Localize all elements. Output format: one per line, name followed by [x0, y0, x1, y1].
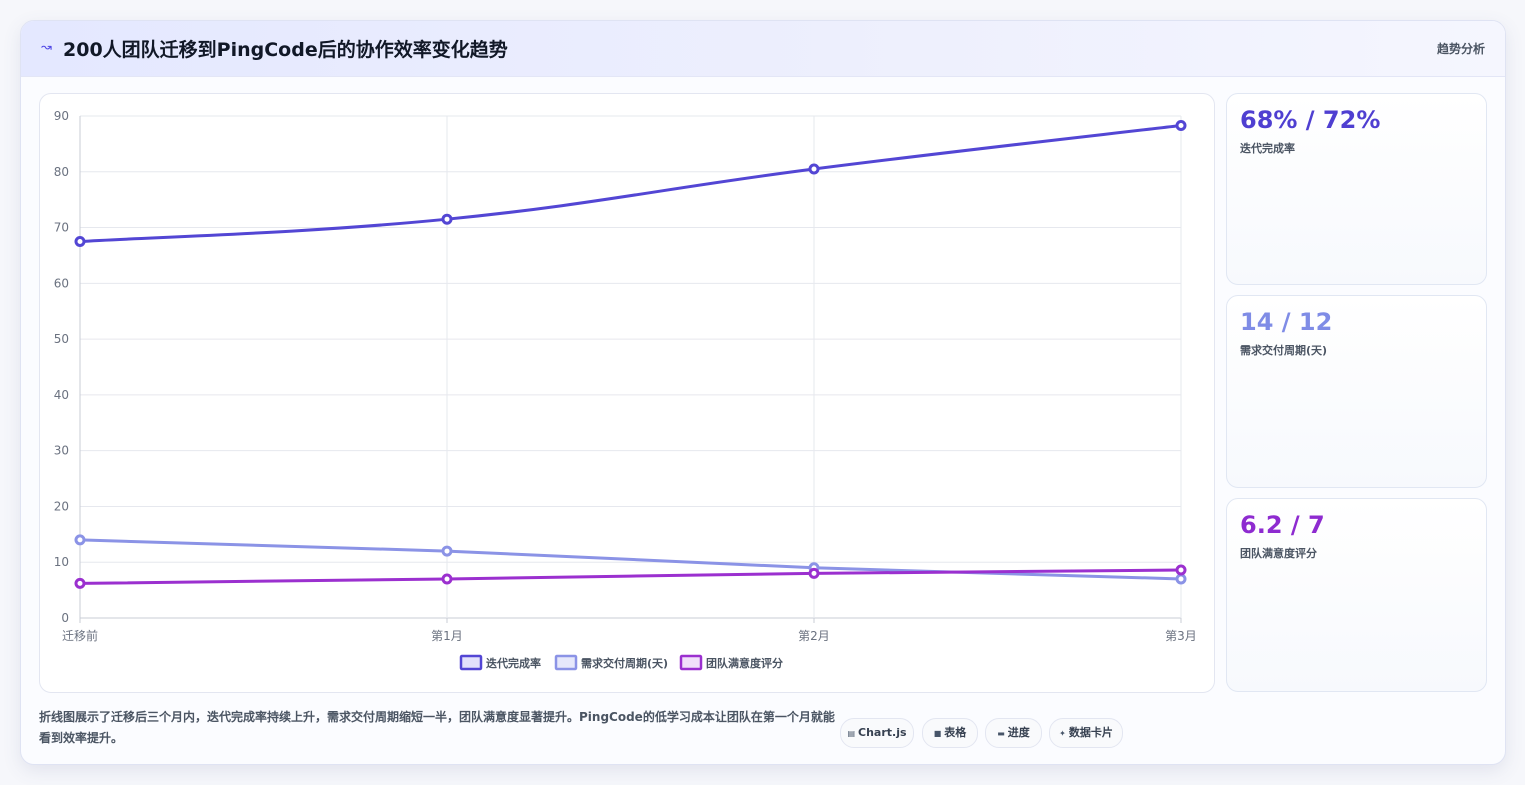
y-tick-label: 50	[54, 332, 69, 346]
stat-card-satisfaction: 6.2 / 7 团队满意度评分	[1226, 498, 1487, 692]
series-line-1	[79, 538, 1182, 581]
page-title: 200人团队迁移到PingCode后的协作效率变化趋势	[63, 39, 508, 61]
stat-value: 68% / 72%	[1240, 106, 1381, 134]
data-point-1	[1175, 573, 1187, 585]
line-chart-panel: 0 10 20 30 40 50 60 70 80 90 迁移前 第1月 第2月 第3月迭代完成率 需求交付…	[39, 93, 1215, 693]
chart-card: ↝ 200人团队迁移到PingCode后的协作效率变化趋势 趋势分析 0 10 20…	[20, 20, 1506, 765]
chip-label: 进度	[1007, 726, 1030, 739]
legend-swatch	[459, 654, 483, 671]
legend-swatch	[679, 654, 703, 671]
y-tick-label: 20	[54, 499, 69, 513]
stat-card-delivery: 14 / 12 需求交付周期(天)	[1226, 295, 1487, 488]
data-point-0	[1175, 119, 1187, 131]
data-point-1	[441, 545, 453, 557]
line-chart: 0 10 20 30 40 50 60 70 80 90 迁移前 第1月 第2月 第3月迭代完成率 需求交付…	[54, 109, 1197, 671]
series-line-2	[79, 568, 1182, 585]
table-icon: ■	[933, 729, 942, 738]
x-tick-label: 第2月	[798, 629, 830, 643]
stat-label: 需求交付周期(天)	[1240, 344, 1328, 357]
stat-value: 6.2 / 7	[1240, 511, 1325, 539]
chart-icon: ▤	[847, 729, 856, 738]
x-tick-label: 第3月	[1165, 629, 1197, 643]
chip-table[interactable]: ■ 表格	[922, 718, 978, 748]
stat-label: 团队满意度评分	[1240, 547, 1317, 560]
sparkle-icon: ✦	[1059, 729, 1066, 738]
data-point-0	[808, 163, 820, 175]
data-point-0	[441, 213, 453, 225]
y-tick-label: 0	[61, 611, 69, 625]
stat-label: 迭代完成率	[1240, 142, 1295, 155]
chip-progress[interactable]: ▬ 进度	[985, 718, 1042, 748]
y-tick-label: 90	[54, 109, 69, 123]
chart-description: 折线图展示了迁移后三个月内，迭代完成率持续上升，需求交付周期缩短一半，团队满意度…	[39, 710, 835, 745]
y-tick-label: 70	[54, 221, 69, 235]
y-tick-label: 60	[54, 276, 69, 290]
chip-data-card[interactable]: ✦ 数据卡片	[1049, 718, 1123, 748]
legend-label: 团队满意度评分	[706, 656, 783, 670]
stat-card-iteration: 68% / 72% 迭代完成率	[1226, 93, 1487, 285]
data-point-2	[74, 577, 86, 589]
y-tick-label: 10	[54, 555, 69, 569]
data-point-0	[74, 236, 86, 247]
chip-label: Chart.js	[858, 726, 907, 739]
chip-label: 表格	[944, 726, 967, 739]
progress-icon: ▬	[997, 729, 1005, 738]
legend-swatch	[554, 654, 578, 671]
data-point-2	[808, 567, 820, 579]
chip-chartjs[interactable]: ▤ Chart.js	[840, 718, 914, 748]
x-tick-label: 第1月	[431, 629, 463, 643]
chip-label: 数据卡片	[1068, 726, 1113, 739]
card-header: ↝ 200人团队迁移到PingCode后的协作效率变化趋势 趋势分析	[21, 21, 1505, 77]
data-point-2	[1175, 564, 1187, 576]
x-tick-label: 迁移前	[62, 628, 98, 643]
legend-label: 迭代完成率	[486, 656, 541, 670]
data-point-2	[441, 573, 453, 585]
series-line-0	[79, 123, 1182, 243]
y-tick-label: 80	[54, 165, 69, 179]
trend-icon: ↝	[41, 40, 52, 55]
trend-analysis-tag[interactable]: 趋势分析	[1437, 40, 1485, 57]
data-point-1	[74, 534, 86, 546]
stat-value: 14 / 12	[1240, 308, 1333, 336]
y-tick-label: 40	[54, 388, 69, 402]
legend-label: 需求交付周期(天)	[581, 656, 668, 670]
y-tick-label: 30	[54, 444, 69, 458]
